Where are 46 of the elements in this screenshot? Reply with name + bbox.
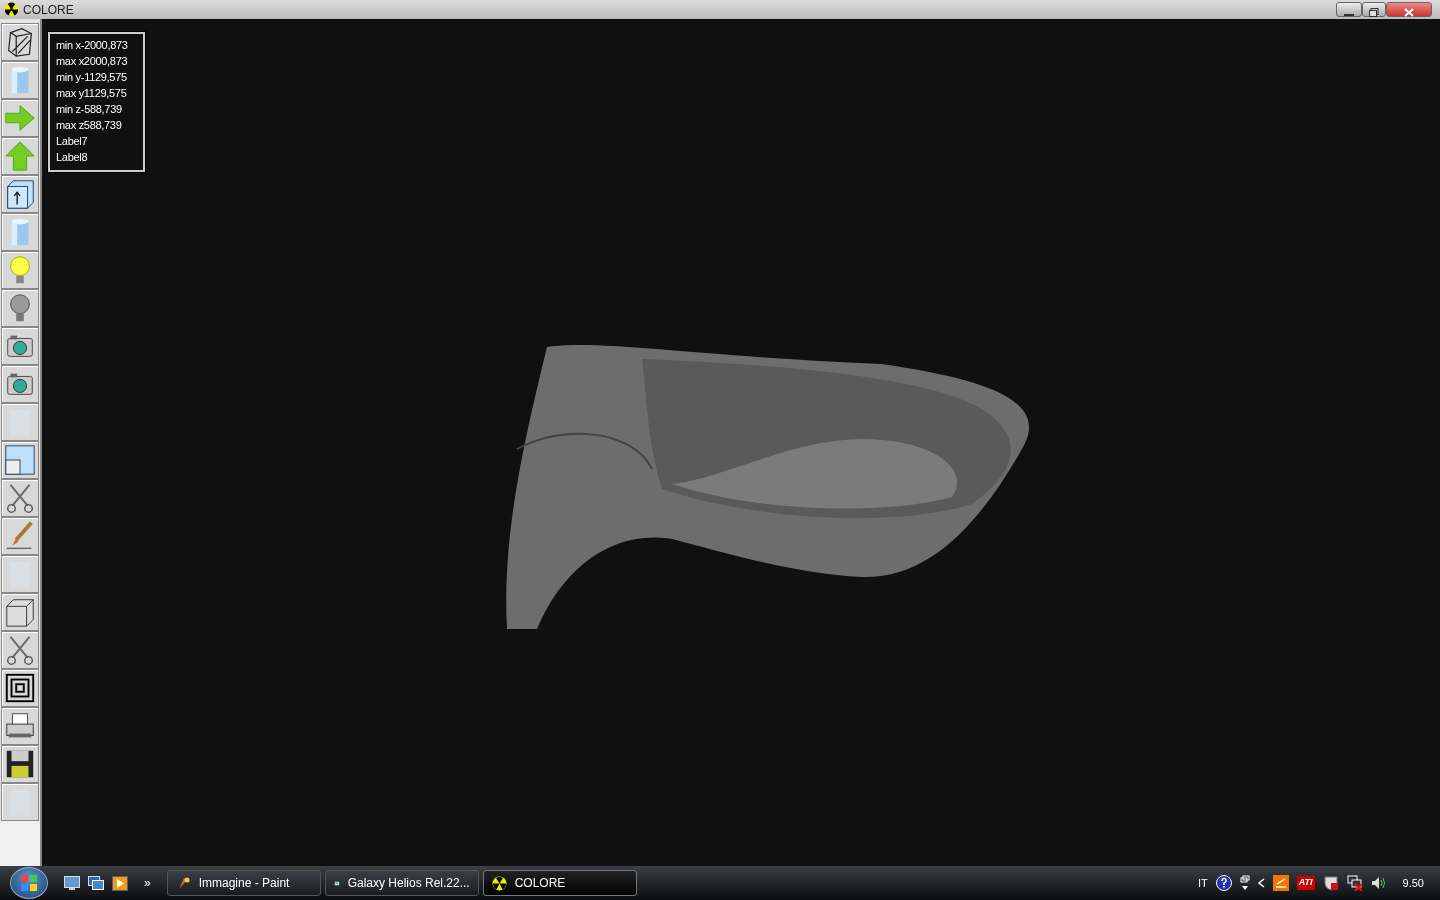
tool-button[interactable] [1, 669, 39, 707]
info-label: min x-2000,873 [56, 38, 129, 53]
window-title: COLORE [23, 1, 74, 19]
restore-button[interactable] [1362, 2, 1386, 17]
close-icon [1404, 8, 1414, 18]
speaker-icon[interactable] [1370, 875, 1387, 891]
taskbar-button[interactable]: COLORE [482, 870, 637, 896]
language-indicator[interactable]: IT [1197, 874, 1208, 892]
start-button[interactable] [10, 867, 48, 899]
info-label: Label7 [56, 134, 89, 149]
radiation-icon [4, 2, 19, 17]
ati-tray-logo[interactable]: ATI [1296, 876, 1315, 890]
radiation-icon [491, 875, 507, 891]
minimize-button[interactable] [1336, 2, 1362, 17]
close-button[interactable] [1386, 2, 1432, 17]
app-tray-icon[interactable] [1272, 875, 1289, 891]
restore-icon [1369, 8, 1379, 18]
tool-button[interactable] [1, 593, 39, 631]
windows-logo-icon [20, 874, 38, 893]
taskbar-button[interactable]: Galaxy Helios Rel.22... [324, 870, 479, 896]
tool-button[interactable] [1, 175, 39, 213]
desktop-icon[interactable] [64, 876, 80, 890]
tool-button[interactable] [1, 707, 39, 745]
info-label: Label8 [56, 150, 89, 165]
info-label: min z-588,739 [56, 102, 123, 117]
concentric-squares-icon [3, 671, 37, 705]
overflow-chevron[interactable]: » [144, 874, 151, 892]
network-disconnected-icon[interactable] [1346, 875, 1363, 891]
tool-button[interactable] [1, 365, 39, 403]
help-icon[interactable] [1215, 875, 1232, 891]
info-label: max x2000,873 [56, 54, 129, 69]
info-label: max y1129,575 [56, 86, 128, 101]
shield-icon[interactable] [1322, 875, 1339, 891]
tool-button[interactable] [1, 23, 39, 61]
window-icon [3, 443, 37, 477]
taskbar-button[interactable]: Immagine - Paint [166, 870, 321, 896]
info-label: max z588,739 [56, 118, 123, 133]
tool-button[interactable] [1, 745, 39, 783]
switch-windows-icon[interactable] [88, 876, 104, 890]
chevron-left-icon[interactable] [1257, 878, 1265, 888]
arrow-up-icon [3, 139, 37, 173]
info-label: min y-1129,575 [56, 70, 128, 85]
media-player-icon[interactable] [112, 875, 128, 891]
restore-windows-icon[interactable] [1239, 875, 1250, 891]
tool-button[interactable] [1, 327, 39, 365]
clock[interactable]: 9.50 [1402, 874, 1424, 892]
